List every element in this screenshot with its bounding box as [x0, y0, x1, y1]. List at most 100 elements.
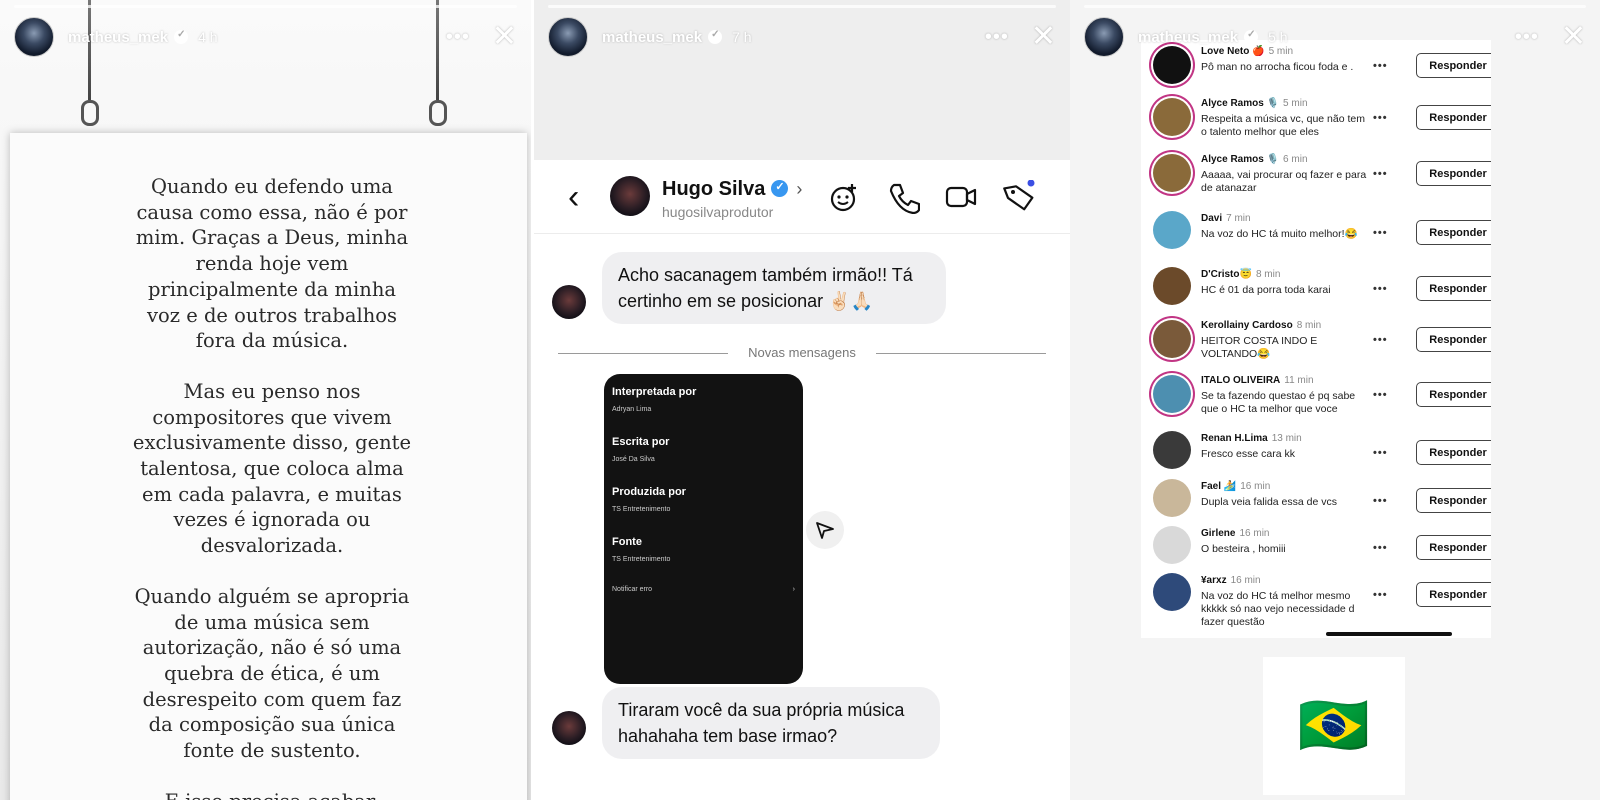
reply-button[interactable]: Responder	[1416, 488, 1491, 513]
comment-options-icon[interactable]: •••	[1373, 112, 1388, 124]
avatar[interactable]	[610, 176, 650, 216]
commenter-name[interactable]: Alyce Ramos 🎙️ 5 min	[1201, 98, 1308, 109]
dm-screenshot: ‹ Hugo Silva › hugosilvaprodutor Acho sac…	[534, 160, 1070, 800]
brazil-flag-icon: 🇧🇷	[1297, 693, 1371, 758]
comment-time: 7 min	[1226, 213, 1251, 224]
comment-options-icon[interactable]: •••	[1373, 283, 1388, 295]
reply-button[interactable]: Responder	[1416, 161, 1491, 186]
commenter-avatar[interactable]	[1153, 267, 1191, 305]
comment-options-icon[interactable]: •••	[1373, 60, 1388, 72]
commenter-name[interactable]: ITALO OLIVEIRA 11 min	[1201, 375, 1314, 386]
avatar[interactable]	[1084, 17, 1124, 57]
reply-button[interactable]: Responder	[1416, 440, 1491, 465]
username[interactable]: matheus_mek	[1138, 29, 1238, 46]
commenter-avatar[interactable]	[1153, 154, 1191, 192]
more-options-icon[interactable]: •••	[985, 26, 1009, 49]
commenter-name[interactable]: Alyce Ramos 🎙️ 6 min	[1201, 154, 1308, 165]
reply-button[interactable]: Responder	[1416, 105, 1491, 130]
reply-button[interactable]: Responder	[1416, 220, 1491, 245]
story-header: matheus_mek 5 h ••• ✕	[1084, 16, 1586, 58]
reply-button[interactable]: Responder	[1416, 535, 1491, 560]
avatar	[552, 285, 586, 319]
commenter-avatar[interactable]	[1153, 431, 1191, 469]
commenter-name[interactable]: ¥arxz 16 min	[1201, 575, 1261, 586]
commenter-avatar[interactable]	[1153, 98, 1191, 136]
commenter-name[interactable]: Davi 7 min	[1201, 213, 1251, 224]
video-call-icon[interactable]	[944, 180, 978, 214]
avatar[interactable]	[14, 17, 54, 57]
close-icon[interactable]: ✕	[1561, 22, 1586, 52]
commenter-avatar[interactable]	[1153, 479, 1191, 517]
stories-strip: Quando eu defendo uma causa como essa, n…	[0, 0, 1600, 800]
comment-options-icon[interactable]: •••	[1373, 495, 1388, 507]
message-bubble[interactable]: Acho sacanagem também irmão!! Tá certinh…	[602, 252, 946, 324]
comments-list: Love Neto 🍎 5 min Pô man no arrocha ficou …	[1141, 40, 1491, 638]
comment-time: 16 min	[1240, 481, 1271, 492]
story-header: matheus_mek 4 h ••• ✕	[14, 16, 517, 58]
commenter-name[interactable]: D'Cristo😇 8 min	[1201, 269, 1280, 280]
comment-options-icon[interactable]: •••	[1373, 542, 1388, 554]
flag-sticker: 🇧🇷	[1263, 657, 1405, 795]
comment-options-icon[interactable]: •••	[1373, 334, 1388, 346]
story-progress-bar	[548, 5, 1056, 8]
comment-options-icon[interactable]: •••	[1373, 168, 1388, 180]
reply-button[interactable]: Responder	[1416, 582, 1491, 607]
username[interactable]: matheus_mek	[68, 29, 168, 46]
credit-value: José Da Silva	[612, 456, 655, 463]
tag-icon[interactable]	[1002, 180, 1036, 214]
comment-row: Kerollainy Cardoso 8 min HEITOR COSTA INDO…	[1141, 320, 1491, 372]
add-sticker-icon[interactable]	[828, 180, 862, 214]
comment-text: O besteira , homiii	[1201, 543, 1286, 555]
verified-icon	[708, 29, 723, 44]
comment-text: Fresco esse cara kk	[1201, 448, 1295, 460]
phone-icon[interactable]	[886, 180, 920, 214]
reply-button[interactable]: Responder	[1416, 327, 1491, 352]
back-icon[interactable]: ‹	[568, 178, 579, 217]
song-credits-card[interactable]: Interpretada por Adryan Lima Escrita por…	[604, 374, 803, 684]
message-bubble[interactable]: Tiraram você da sua própria música hahah…	[602, 687, 940, 759]
comment-options-icon[interactable]: •••	[1373, 589, 1388, 601]
commenter-name[interactable]: Fael 🏄 16 min	[1201, 481, 1270, 492]
credit-value: Adryan Lima	[612, 406, 652, 413]
story-panel-1: Quando eu defendo uma causa como essa, n…	[0, 0, 531, 800]
share-icon[interactable]	[806, 511, 844, 549]
close-icon[interactable]: ✕	[492, 22, 517, 52]
avatar[interactable]	[548, 17, 588, 57]
comment-options-icon[interactable]: •••	[1373, 227, 1388, 239]
comment-time: 16 min	[1239, 528, 1270, 539]
reply-button[interactable]: Responder	[1416, 276, 1491, 301]
commenter-avatar[interactable]	[1153, 211, 1191, 249]
commenter-avatar[interactable]	[1153, 320, 1191, 358]
comment-options-icon[interactable]: •••	[1373, 389, 1388, 401]
commenter-name[interactable]: Girlene 16 min	[1201, 528, 1269, 539]
comment-row: Girlene 16 min O besteira , homiii ••• Respo…	[1141, 526, 1491, 580]
close-icon[interactable]: ✕	[1031, 22, 1056, 52]
comment-row: Alyce Ramos 🎙️ 5 min Respeita a música vc,…	[1141, 98, 1491, 150]
commenter-name-text: Alyce Ramos 🎙️	[1201, 154, 1280, 165]
paragraph: E isso precisa acabar.	[131, 789, 413, 800]
comment-text: Na voz do HC tá melhor mesmo kkkkk só na…	[1201, 590, 1355, 628]
contact-name-text: Hugo Silva	[662, 178, 766, 200]
dm-header: ‹ Hugo Silva › hugosilvaprodutor	[534, 160, 1070, 234]
comment-time: 8 min	[1255, 269, 1281, 280]
comment-text: Aaaaa, vai procurar oq fazer e para de a…	[1201, 169, 1367, 194]
commenter-name-text: ¥arxz	[1201, 575, 1227, 586]
comment-options-icon[interactable]: •••	[1373, 447, 1388, 459]
comment-row: Fael 🏄 16 min Dupla veia falida essa de vc…	[1141, 479, 1491, 533]
story-time: 7 h	[732, 29, 752, 45]
commenter-name[interactable]: Kerollainy Cardoso 8 min	[1201, 320, 1321, 331]
credit-value: TS Entretenimento	[612, 506, 671, 513]
reply-button[interactable]: Responder	[1416, 382, 1491, 407]
more-options-icon[interactable]: •••	[446, 26, 470, 49]
commenter-name[interactable]: Renan H.Lima 13 min	[1201, 433, 1302, 444]
username[interactable]: matheus_mek	[602, 29, 702, 46]
dm-contact-handle: hugosilvaprodutor	[662, 204, 774, 220]
story-header: matheus_mek 7 h ••• ✕	[548, 16, 1056, 58]
dm-contact-name[interactable]: Hugo Silva ›	[662, 178, 802, 201]
report-error-link[interactable]: Notificar erro ›	[612, 586, 795, 593]
comment-time: 16 min	[1230, 575, 1261, 586]
commenter-avatar[interactable]	[1153, 375, 1191, 413]
commenter-avatar[interactable]	[1153, 573, 1191, 611]
more-options-icon[interactable]: •••	[1515, 26, 1539, 49]
commenter-avatar[interactable]	[1153, 526, 1191, 564]
